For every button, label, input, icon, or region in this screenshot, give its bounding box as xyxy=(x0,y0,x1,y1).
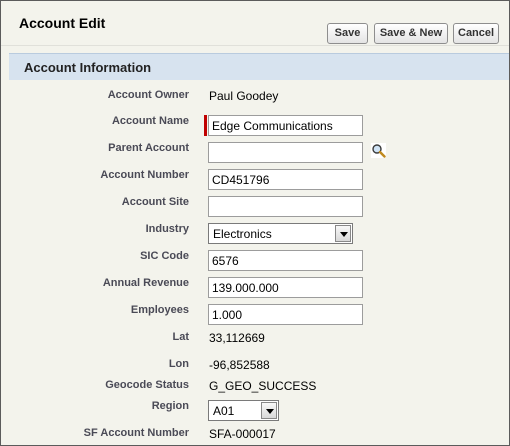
chevron-down-icon[interactable] xyxy=(335,225,351,242)
lon-label: Lon xyxy=(168,358,189,370)
industry-label: Industry xyxy=(145,223,189,235)
sic-code-input[interactable] xyxy=(208,250,363,271)
account-number-label: Account Number xyxy=(100,169,189,181)
industry-selected-value: Electronics xyxy=(213,227,272,241)
account-number-input[interactable] xyxy=(208,169,363,190)
sf-account-number-value: SFA-000017 xyxy=(209,427,276,441)
lon-value: -96,852588 xyxy=(209,358,270,372)
page-title: Account Edit xyxy=(19,15,106,31)
region-label: Region xyxy=(151,400,189,412)
geocode-status-label: Geocode Status xyxy=(105,379,189,391)
required-indicator xyxy=(204,115,207,136)
sic-code-label: SIC Code xyxy=(140,250,189,262)
save-button[interactable]: Save xyxy=(327,23,368,44)
annual-revenue-input[interactable] xyxy=(208,277,363,298)
industry-select[interactable]: Electronics xyxy=(208,223,353,244)
parent-account-label: Parent Account xyxy=(108,142,189,154)
cancel-button[interactable]: Cancel xyxy=(453,23,499,44)
account-name-label: Account Name xyxy=(111,115,189,127)
account-name-input[interactable] xyxy=(208,115,363,136)
parent-account-input[interactable] xyxy=(208,142,363,163)
chevron-down-icon[interactable] xyxy=(261,402,277,419)
lookup-magnifier-icon[interactable] xyxy=(371,143,386,158)
save-and-new-button[interactable]: Save & New xyxy=(374,23,448,44)
lat-label: Lat xyxy=(172,331,190,343)
account-owner-value: Paul Goodey xyxy=(209,89,279,103)
account-information-section-header: Account Information xyxy=(9,53,509,80)
lat-value: 33,112669 xyxy=(209,331,265,345)
employees-input[interactable] xyxy=(208,304,363,325)
page-header: Account Edit Save Save & New Cancel xyxy=(1,1,509,46)
account-site-label: Account Site xyxy=(121,196,189,208)
sf-account-number-label: SF Account Number xyxy=(83,427,189,439)
account-site-input[interactable] xyxy=(208,196,363,217)
account-information-fields: Account Owner Paul Goodey Account Name P… xyxy=(9,80,509,445)
annual-revenue-label: Annual Revenue xyxy=(102,277,189,289)
region-selected-value: A01 xyxy=(213,404,235,418)
region-select[interactable]: A01 xyxy=(208,400,279,421)
section-title: Account Information xyxy=(24,60,152,75)
employees-label: Employees xyxy=(130,304,189,316)
account-edit-panel: Account Edit Save Save & New Cancel Acco… xyxy=(0,0,510,446)
account-owner-label: Account Owner xyxy=(107,89,189,101)
geocode-status-value: G_GEO_SUCCESS xyxy=(209,379,317,393)
